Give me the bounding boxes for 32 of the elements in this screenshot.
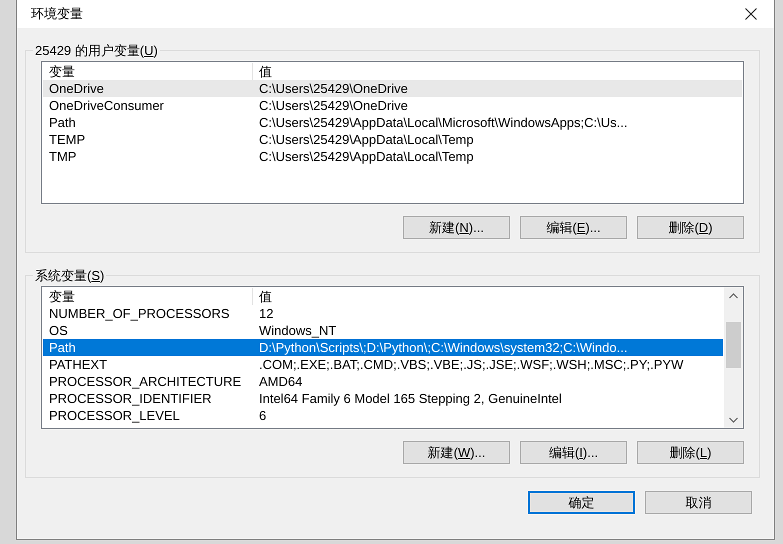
column-header[interactable]: 变量: [43, 288, 253, 305]
list-row[interactable]: PATHEXT .COM;.EXE;.BAT;.CMD;.VBS;.VBE;.JS;.JSE;.WSF;.WSH;.MSC;.PY;.PYW: [43, 356, 723, 373]
list-row[interactable]: OneDrive C:\Users\25429\OneDrive: [43, 80, 742, 97]
dialog-button[interactable]: 编辑(I)...: [520, 441, 627, 464]
dialog-button[interactable]: 新建(W)...: [403, 441, 510, 464]
list-row[interactable]: TEMP C:\Users\25429\AppData\Local\Temp: [43, 131, 742, 148]
column-header[interactable]: 值: [253, 288, 723, 305]
column-header[interactable]: 值: [253, 63, 742, 80]
group-label: 系统变量(S): [33, 267, 106, 285]
dialog-button[interactable]: 删除(L): [637, 441, 744, 464]
variable-list[interactable]: [41, 286, 744, 429]
dialog-button[interactable]: 编辑(E)...: [520, 216, 627, 239]
list-row[interactable]: OneDriveConsumer C:\Users\25429\OneDrive: [43, 97, 742, 114]
dialog-button[interactable]: 新建(N)...: [403, 216, 510, 239]
scroll-up-icon[interactable]: [729, 292, 738, 298]
scroll-down-icon[interactable]: [729, 416, 738, 422]
window-title: 环境变量: [31, 5, 83, 23]
group-label: 25429 的用户变量(U): [33, 42, 160, 60]
list-row[interactable]: NUMBER_OF_PROCESSORS 12: [43, 305, 723, 322]
list-row[interactable]: PROCESSOR_ARCHITECTURE AMD64: [43, 373, 723, 390]
dialog-button[interactable]: 删除(D): [637, 216, 744, 239]
list-row[interactable]: Path D:\Python\Scripts\;D:\Python\;C:\Windows\system32;C:\Windo...: [43, 339, 723, 356]
list-row[interactable]: PROCESSOR_LEVEL 6: [43, 407, 723, 424]
ok-button[interactable]: 确定: [528, 491, 635, 514]
cancel-button[interactable]: 取消: [645, 491, 752, 514]
scrollbar[interactable]: [724, 287, 743, 428]
list-row[interactable]: TMP C:\Users\25429\AppData\Local\Temp: [43, 148, 742, 165]
close-icon: [745, 8, 757, 20]
list-row[interactable]: Path C:\Users\25429\AppData\Local\Microsoft\WindowsApps;C:\Us...: [43, 114, 742, 131]
list-row[interactable]: PROCESSOR_IDENTIFIER Intel64 Family 6 Model 165 Stepping 2, GenuineIntel: [43, 390, 723, 407]
variable-list[interactable]: [41, 61, 744, 204]
list-row[interactable]: OS Windows_NT: [43, 322, 723, 339]
